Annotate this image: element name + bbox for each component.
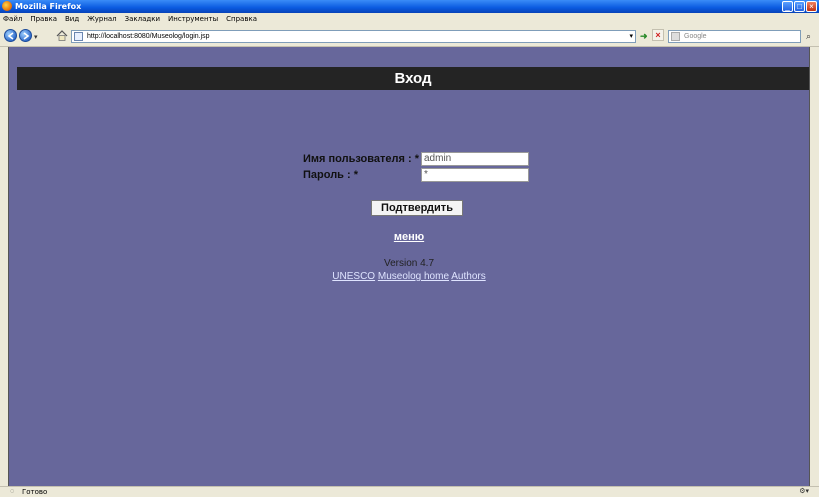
window-title: Mozilla Firefox bbox=[15, 2, 82, 11]
minimize-button[interactable]: _ bbox=[782, 1, 793, 12]
menu-history[interactable]: Журнал bbox=[87, 15, 116, 23]
addons-status-icon[interactable]: ⚙▾ bbox=[799, 487, 809, 497]
status-bar: ◌ Готово ⚙▾ bbox=[0, 486, 819, 497]
unesco-link[interactable]: UNESCO bbox=[332, 271, 375, 282]
menu-view[interactable]: Вид bbox=[65, 15, 79, 23]
username-label: Имя пользователя : * bbox=[303, 153, 419, 165]
history-dropdown-icon[interactable]: ▾ bbox=[34, 33, 38, 41]
url-text[interactable]: http://localhost:8080/Museolog/login.jsp bbox=[87, 31, 210, 42]
arrow-right-icon bbox=[23, 32, 30, 40]
page-header: Вход bbox=[17, 67, 809, 90]
search-engine-icon[interactable] bbox=[671, 32, 680, 41]
close-button[interactable]: × bbox=[806, 1, 817, 12]
page-title: Вход bbox=[394, 70, 432, 87]
window-titlebar: Mozilla Firefox _ □ × bbox=[0, 0, 819, 13]
menu-bookmarks[interactable]: Закладки bbox=[125, 15, 160, 23]
menu-help[interactable]: Справка bbox=[226, 15, 257, 23]
menu-edit[interactable]: Правка bbox=[30, 15, 57, 23]
search-bar[interactable]: Google bbox=[668, 30, 801, 43]
page-favicon-icon bbox=[74, 32, 83, 41]
status-icon: ◌ bbox=[10, 488, 15, 495]
arrow-left-icon bbox=[7, 32, 14, 40]
password-label: Пароль : * bbox=[303, 169, 358, 181]
submit-button[interactable]: Подтвердить bbox=[371, 200, 463, 216]
firefox-icon bbox=[2, 1, 12, 11]
page-content: Вход Имя пользователя : * admin Пароль :… bbox=[8, 47, 810, 486]
go-icon[interactable]: ➜ bbox=[640, 31, 648, 42]
menu-tools[interactable]: Инструменты bbox=[168, 15, 218, 23]
back-button[interactable] bbox=[4, 29, 17, 42]
menubar: Файл Правка Вид Журнал Закладки Инструме… bbox=[0, 13, 819, 25]
menu-link[interactable]: меню bbox=[9, 231, 809, 243]
window-controls: _ □ × bbox=[782, 1, 817, 12]
menu-file[interactable]: Файл bbox=[3, 15, 22, 23]
home-icon[interactable] bbox=[56, 30, 68, 41]
footer-links: UNESCO Museolog home Authors bbox=[9, 271, 809, 282]
status-text: Готово bbox=[22, 488, 48, 496]
address-bar[interactable]: http://localhost:8080/Museolog/login.jsp… bbox=[71, 30, 636, 43]
username-input[interactable]: admin bbox=[421, 152, 529, 166]
navigation-toolbar: ▾ http://localhost:8080/Museolog/login.j… bbox=[0, 25, 819, 47]
stop-icon[interactable]: × bbox=[652, 29, 664, 41]
url-dropdown-icon[interactable]: ▾ bbox=[629, 31, 633, 42]
password-input[interactable]: * bbox=[421, 168, 529, 182]
forward-button[interactable] bbox=[19, 29, 32, 42]
version-text: Version 4.7 bbox=[383, 258, 435, 269]
maximize-button[interactable]: □ bbox=[794, 1, 805, 12]
search-icon[interactable]: ⌕ bbox=[806, 31, 811, 42]
authors-link[interactable]: Authors bbox=[451, 271, 485, 282]
museolog-home-link[interactable]: Museolog home bbox=[378, 271, 449, 282]
search-placeholder: Google bbox=[684, 33, 707, 40]
